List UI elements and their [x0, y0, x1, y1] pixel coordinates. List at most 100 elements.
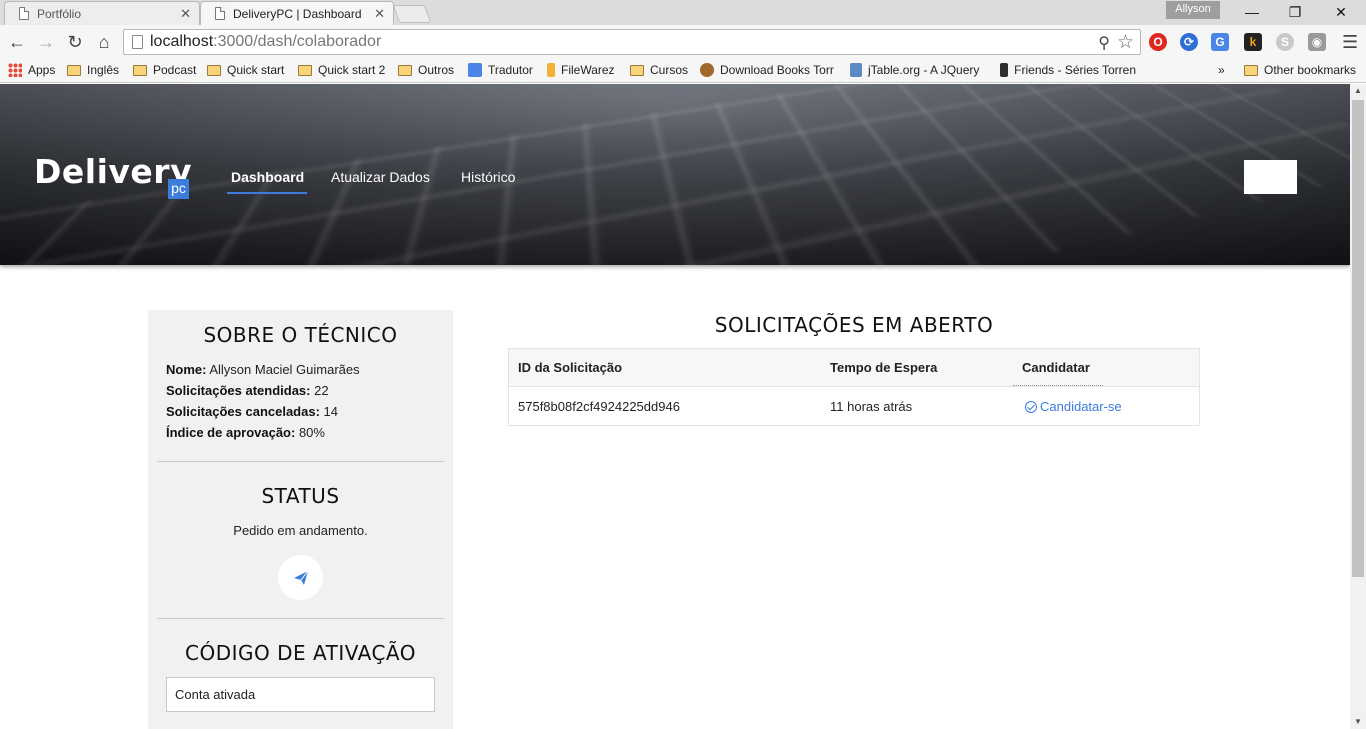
books-icon [700, 63, 714, 77]
friends-icon [1000, 63, 1009, 77]
page-icon [215, 7, 225, 20]
apply-link[interactable]: Candidatar-se [1025, 399, 1122, 414]
paper-plane-icon [293, 570, 308, 585]
reload-icon[interactable]: ↻ [64, 31, 86, 53]
divider [157, 618, 444, 619]
translate-extension-icon[interactable]: G [1211, 33, 1229, 51]
address-bar[interactable]: localhost:3000/dash/colaborador ⚲ ☆ [123, 29, 1141, 55]
activation-heading: CÓDIGO DE ATIVAÇÃO [184, 641, 416, 665]
folder-icon [630, 64, 644, 76]
page-info-icon [132, 35, 143, 49]
bookmark-label: Cursos [650, 63, 689, 77]
bookmark-label: FileWarez [561, 63, 615, 77]
bookmark-filewarez[interactable]: FileWarez [547, 63, 615, 77]
bookmark-label: Quick start 2 [318, 63, 386, 77]
jtable-icon [850, 63, 862, 77]
request-id: 575f8b08f2cf4924225dd946 [518, 399, 680, 414]
translate-icon [468, 63, 482, 77]
bookmark-label: Inglês [87, 63, 120, 77]
column-header-id: ID da Solicitação [518, 360, 623, 375]
url-text: localhost:3000/dash/colaborador [150, 33, 382, 50]
about-heading: SOBRE O TÉCNICO [203, 323, 398, 347]
scroll-up-arrow-icon[interactable]: ▲ [1350, 84, 1366, 98]
close-icon[interactable]: ✕ [374, 6, 385, 22]
bookmarks-bar: Apps Inglês Podcast Quick start Quick st… [0, 59, 1366, 83]
divider [157, 461, 444, 462]
tab-title: DeliveryPC | Dashboard [233, 6, 362, 21]
active-nav-indicator [227, 192, 307, 194]
bookmark-cursos[interactable]: Cursos [630, 63, 688, 77]
forward-icon[interactable]: → [35, 31, 57, 53]
bookmark-download-books[interactable]: Download Books Torr [700, 63, 836, 77]
tab-portfolio[interactable]: Portfólio ✕ [4, 1, 200, 25]
bookmark-jtable[interactable]: jTable.org - A JQuery [850, 63, 986, 77]
close-icon[interactable]: ✕ [180, 6, 191, 22]
scroll-down-arrow-icon[interactable]: ▼ [1350, 715, 1366, 729]
bookmark-label: Quick start [227, 63, 285, 77]
browser-toolbar: ← → ↻ ⌂ localhost:3000/dash/colaborador … [0, 25, 1366, 59]
zoom-icon[interactable]: ⚲ [1098, 33, 1110, 53]
bookmark-label: Tradutor [488, 63, 533, 77]
bookmark-quick-start-2[interactable]: Quick start 2 [298, 63, 385, 77]
nav-historico[interactable]: Histórico [461, 169, 515, 185]
browser-tabstrip: Portfólio ✕ DeliveryPC | Dashboard ✕ All… [0, 0, 1366, 25]
sync-extension-icon[interactable]: ⟳ [1180, 33, 1198, 51]
bookmark-label: Podcast [153, 63, 197, 77]
bookmark-other-bookmarks[interactable]: Other bookmarks [1244, 63, 1356, 77]
folder-icon [1244, 64, 1258, 76]
tab-title: Portfólio [37, 6, 82, 21]
bookmarks-overflow-button[interactable]: » [1218, 63, 1225, 77]
minimize-icon[interactable]: — [1230, 2, 1274, 22]
back-icon[interactable]: ← [6, 31, 28, 53]
nav-atualizar-dados[interactable]: Atualizar Dados [331, 169, 430, 185]
scrollbar-thumb[interactable] [1352, 100, 1364, 577]
bookmark-label: Download Books Torr [720, 63, 834, 77]
apps-grid-icon [8, 63, 22, 77]
technician-sidebar: SOBRE O TÉCNICO Nome: Allyson Maciel Gui… [148, 310, 453, 729]
bookmark-podcast[interactable]: Podcast [133, 63, 196, 77]
bookmark-tradutor[interactable]: Tradutor [468, 63, 533, 77]
profile-button[interactable]: Allyson [1166, 1, 1220, 19]
k-extension-icon[interactable]: k [1244, 33, 1262, 51]
bookmark-apps[interactable]: Apps [8, 63, 55, 77]
header-action-button[interactable] [1244, 160, 1297, 194]
camera-extension-icon[interactable]: ◉ [1308, 33, 1326, 51]
bookmark-label: Other bookmarks [1264, 63, 1357, 77]
bookmark-quick-start[interactable]: Quick start [207, 63, 284, 77]
new-tab-button[interactable] [392, 5, 432, 23]
close-window-icon[interactable]: ✕ [1319, 2, 1363, 22]
folder-icon [133, 64, 147, 76]
folder-icon [298, 64, 312, 76]
restore-icon[interactable]: ❐ [1273, 2, 1317, 22]
request-wait: 11 horas atrás [830, 399, 913, 414]
filewarez-icon [547, 63, 555, 77]
bookmark-outros[interactable]: Outros [398, 63, 454, 77]
bookmark-label: jTable.org - A JQuery [868, 63, 980, 77]
column-header-apply: Candidatar [1022, 360, 1090, 375]
info-cancelled: Solicitações canceladas: 14 [166, 404, 339, 419]
bookmark-ingles[interactable]: Inglês [67, 63, 119, 77]
skype-extension-icon[interactable]: S [1276, 33, 1294, 51]
send-button[interactable] [278, 555, 323, 600]
folder-icon [67, 64, 81, 76]
bookmark-label: Friends - Séries Torren [1014, 63, 1136, 77]
check-circle-icon [1025, 400, 1037, 413]
status-text: Pedido em andamento. [233, 523, 368, 538]
folder-icon [207, 64, 221, 76]
folder-icon [398, 64, 412, 76]
home-icon[interactable]: ⌂ [93, 31, 115, 53]
logo-badge: pc [168, 179, 189, 199]
page-scrollbar[interactable]: ▲ ▼ [1350, 84, 1366, 729]
bookmark-star-icon[interactable]: ☆ [1117, 31, 1134, 54]
info-attended: Solicitações atendidas: 22 [166, 383, 329, 398]
opera-extension-icon[interactable]: O [1149, 33, 1167, 51]
menu-icon[interactable]: ☰ [1342, 32, 1358, 53]
activation-code-field[interactable]: Conta ativada [166, 677, 435, 712]
requests-title: SOLICITAÇÕES EM ABERTO [714, 313, 994, 337]
page-viewport: Delivery pc Dashboard Atualizar Dados Hi… [0, 84, 1350, 729]
nav-dashboard[interactable]: Dashboard [231, 169, 304, 185]
bookmark-label: Apps [28, 63, 56, 77]
tab-dashboard[interactable]: DeliveryPC | Dashboard ✕ [200, 1, 394, 25]
bookmark-friends[interactable]: Friends - Séries Torren [1000, 63, 1136, 77]
bookmark-label: Outros [418, 63, 455, 77]
